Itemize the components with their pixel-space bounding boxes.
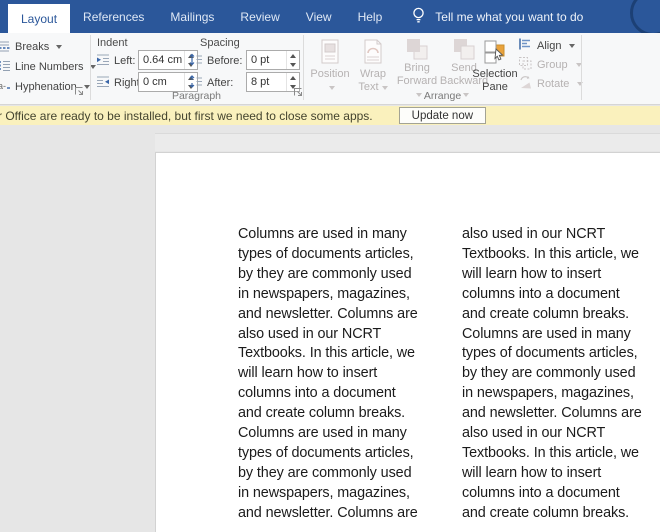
indent-right-value[interactable]: 0 cm: [139, 76, 184, 88]
chevron-down-icon: [56, 45, 62, 49]
indent-left-label: Left:: [114, 55, 135, 67]
wrap-text-label-1: Wrap: [360, 68, 386, 81]
tab-help[interactable]: Help: [345, 0, 396, 33]
bring-forward-label-1: Bring: [404, 62, 430, 75]
text-column-1[interactable]: Columns are used in many types of docume…: [238, 225, 418, 524]
tell-me-label: Tell me what you want to do: [435, 10, 583, 24]
hyphenation-icon: a-: [0, 79, 11, 95]
position-label: Position: [310, 68, 349, 81]
spacing-before-input[interactable]: 0 pt: [246, 50, 300, 70]
bring-forward-label-2: Forward: [397, 75, 437, 87]
page-setup-dialog-launcher-icon[interactable]: [74, 86, 85, 97]
position-icon: [318, 36, 342, 68]
account-badge-icon: [630, 0, 660, 33]
notification-message: r Office are ready to be installed, but …: [0, 109, 373, 123]
group-button: Group: [518, 56, 582, 73]
group-separator: [303, 35, 304, 100]
ribbon: Breaks Line Numbers a- Hyphenation Inden…: [0, 33, 660, 105]
spacing-after-icon: [189, 75, 203, 91]
line-numbers-label: Line Numbers: [15, 61, 83, 73]
group-icon: [518, 56, 532, 73]
text-column-2[interactable]: also used in our NCRT Textbooks. In this…: [462, 225, 642, 524]
group-separator: [581, 35, 582, 100]
ribbon-tabs: Layout References Mailings Review View H…: [0, 0, 395, 33]
chevron-down-icon: [569, 44, 575, 48]
tab-view[interactable]: View: [293, 0, 345, 33]
bring-forward-icon: [404, 36, 430, 62]
spacing-after-value[interactable]: 8 pt: [247, 76, 286, 88]
spacing-before-icon: [189, 53, 203, 69]
spacing-before-row: Before:: [189, 51, 242, 71]
indent-left-icon: [96, 53, 110, 69]
indent-right-icon: [96, 75, 110, 91]
line-numbers-button[interactable]: Line Numbers: [0, 58, 96, 76]
spacing-before-stepper[interactable]: [286, 51, 299, 69]
breaks-button[interactable]: Breaks: [0, 38, 62, 56]
selection-pane-icon: [482, 36, 508, 68]
align-icon: [518, 37, 532, 54]
spacing-before-label: Before:: [207, 55, 242, 67]
line-numbers-icon: [0, 59, 11, 75]
document-workspace: Columns are used in many types of docume…: [0, 125, 660, 532]
group-label: Group: [537, 59, 568, 71]
stepper-down-icon[interactable]: [290, 63, 296, 67]
tab-layout[interactable]: Layout: [8, 4, 70, 33]
wrap-text-icon: [361, 36, 385, 68]
title-bar: Layout References Mailings Review View H…: [0, 0, 660, 33]
breaks-icon: [0, 39, 11, 55]
lightbulb-icon: [411, 7, 426, 27]
indent-header: Indent: [97, 37, 128, 49]
tab-review[interactable]: Review: [227, 0, 292, 33]
page-gap: [155, 133, 660, 151]
spacing-after-label: After:: [207, 77, 233, 89]
breaks-label: Breaks: [15, 41, 49, 53]
update-now-button[interactable]: Update now: [399, 107, 486, 124]
paragraph-group-label: Paragraph: [90, 90, 303, 102]
tab-references[interactable]: References: [70, 0, 157, 33]
arrange-group-label: Arrange: [306, 90, 579, 102]
tab-mailings[interactable]: Mailings: [157, 0, 227, 33]
indent-left-value[interactable]: 0.64 cm: [139, 54, 184, 66]
update-notification-bar: r Office are ready to be installed, but …: [0, 106, 660, 125]
rotate-label: Rotate: [537, 78, 569, 90]
spacing-after-input[interactable]: 8 pt: [246, 72, 300, 92]
tell-me-box[interactable]: Tell me what you want to do: [411, 0, 583, 33]
svg-text:a-: a-: [0, 81, 6, 91]
selection-pane-label-1: Selection: [472, 68, 517, 81]
indent-left-row: Left:: [96, 51, 135, 71]
hyphenation-label: Hyphenation: [15, 81, 77, 93]
stepper-up-icon[interactable]: [290, 76, 296, 80]
document-page[interactable]: Columns are used in many types of docume…: [155, 152, 660, 532]
align-label: Align: [537, 40, 561, 52]
spacing-before-value[interactable]: 0 pt: [247, 54, 286, 66]
stepper-up-icon[interactable]: [290, 54, 296, 58]
align-button[interactable]: Align: [518, 37, 575, 54]
spacing-header: Spacing: [200, 37, 240, 49]
